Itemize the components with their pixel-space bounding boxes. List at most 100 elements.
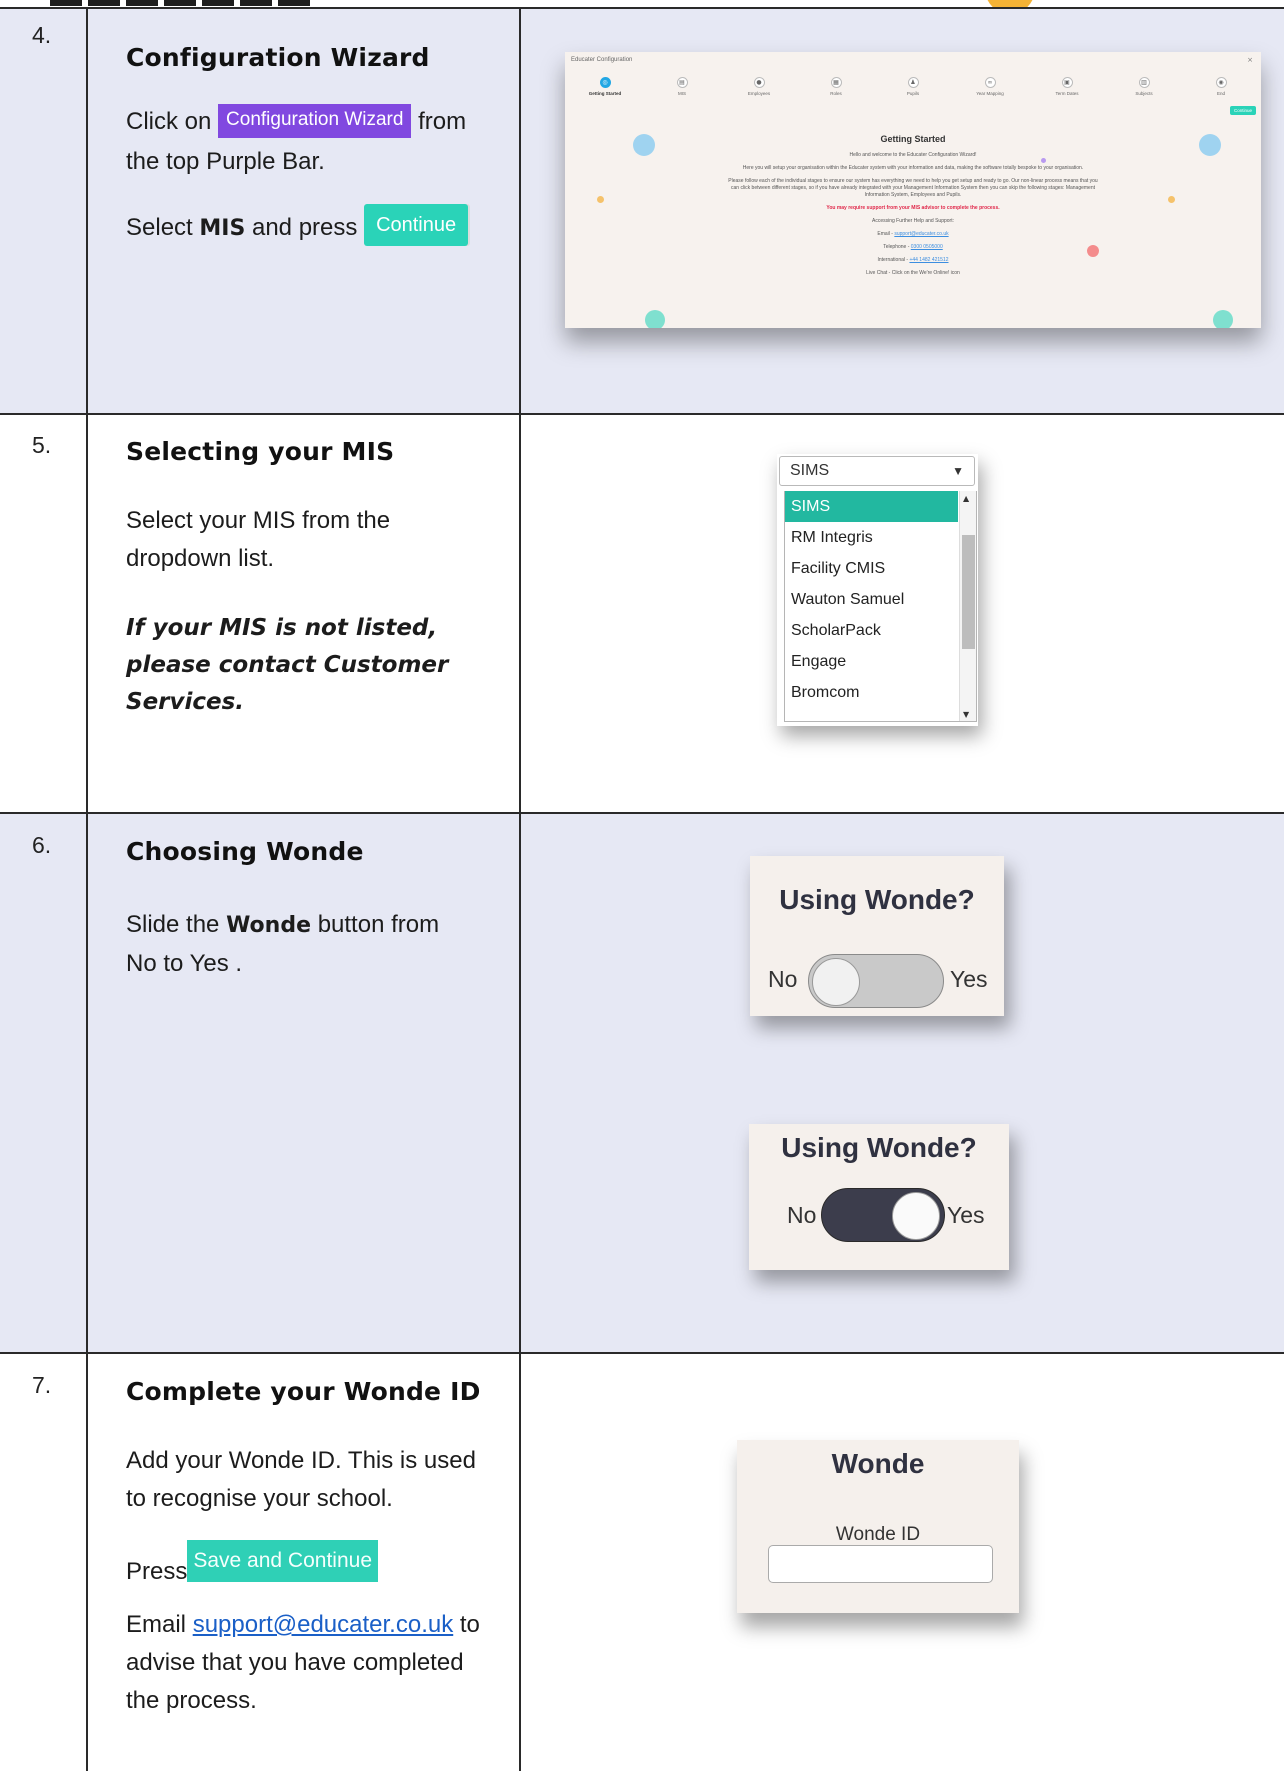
wizard-text: Accessing Further Help and Support: [872, 218, 954, 224]
wizard-step-year-mapping[interactable]: ∞ Year Mapping [960, 77, 1020, 99]
caret-down-icon: ▼ [952, 464, 964, 478]
scroll-up-icon[interactable]: ▲ [963, 494, 969, 503]
step-heading: Selecting your MIS [126, 437, 395, 466]
step-number: 4. [32, 22, 52, 48]
toggle-yes-label: Yes [950, 966, 988, 992]
mis-select-value: SIMS [790, 462, 830, 479]
wizard-continue-button[interactable]: Continue [1229, 106, 1256, 115]
wonde-toggle-title: Using Wonde? [781, 1132, 977, 1163]
scroll-down-icon[interactable]: ▼ [963, 710, 969, 719]
wizard-email-link[interactable]: support@educater.co.uk [894, 231, 948, 237]
decorative-circle [645, 310, 665, 328]
step-number: 7. [32, 1372, 52, 1398]
wizard-text: Live Chat - Click on the We're Online! i… [866, 270, 960, 276]
mis-select[interactable]: SIMS ▼ [779, 456, 975, 486]
wonde-toggle-title: Using Wonde? [779, 884, 975, 915]
step-text: Complete your Wonde ID Add your Wonde ID… [126, 1372, 506, 1720]
decorative-circle [1168, 196, 1175, 203]
close-icon[interactable]: × [1247, 56, 1253, 64]
decorative-circle [1213, 310, 1233, 328]
instruction-text: and press [251, 214, 358, 241]
mis-option[interactable]: Wauton Samuel [785, 584, 958, 615]
instruction-text: Email [126, 1611, 187, 1638]
scrollbar-thumb[interactable] [962, 535, 975, 649]
wonde-toggle-on-screenshot: Using Wonde? No Yes [749, 1124, 1009, 1270]
wizard-steps: ◎ Getting Started ▤ MIS ● Employees ▦ Roles … [575, 77, 1251, 99]
mis-option[interactable]: Facility CMIS [785, 553, 958, 584]
wizard-step-getting-started[interactable]: ◎ Getting Started [575, 77, 635, 99]
step-text: Configuration Wizard Click on Configurat… [126, 38, 506, 249]
toggle-knob[interactable] [812, 958, 860, 1006]
wonde-id-screenshot: Wonde Wonde ID [737, 1440, 1019, 1613]
step-instruction: Slide the Wonde button from No to Yes . [126, 906, 466, 983]
mis-option[interactable]: ScholarPack [785, 615, 958, 646]
wizard-step-pupils[interactable]: ♟ Pupils [883, 77, 943, 99]
mis-option[interactable]: RM Integris [785, 522, 958, 553]
wizard-step-end[interactable]: ◉ End [1191, 77, 1251, 99]
instruction-bold: Wonde [226, 913, 312, 938]
mis-options-list: SIMS RM Integris Facility CMIS Wauton Sa… [784, 491, 977, 722]
toggle-no-label: No [768, 966, 798, 992]
configuration-wizard-screenshot: Educater Configuration × ◎ Getting Starte… [565, 52, 1261, 328]
wizard-step-employees[interactable]: ● Employees [729, 77, 789, 99]
continue-button[interactable]: Continue [364, 204, 469, 246]
configuration-wizard-button[interactable]: Configuration Wizard [218, 104, 412, 138]
step-text: Selecting your MIS Select your MIS from … [126, 432, 506, 721]
wonde-id-label: Wonde ID [835, 1524, 921, 1545]
wizard-step-term-dates[interactable]: ▣ Term Dates [1037, 77, 1097, 99]
instruction-text: Slide the [126, 911, 220, 938]
wonde-toggle-switch[interactable] [808, 954, 944, 1008]
wizard-step-mis[interactable]: ▤ MIS [652, 77, 712, 99]
support-email-link[interactable]: support@educater.co.uk [193, 1611, 454, 1638]
wizard-contact: Email - support@educater.co.uk [877, 231, 949, 237]
decorative-circle [597, 196, 604, 203]
instruction-text: from [418, 108, 467, 135]
toggle-yes-label: Yes [947, 1202, 985, 1228]
instruction-bold: MIS [199, 216, 246, 241]
wizard-intl-link[interactable]: +44 1482 421512 [909, 257, 948, 263]
wizard-contact: Telephone - 0300 0505000 [883, 244, 943, 250]
instruction-text: Click on [126, 108, 212, 135]
wizard-step-subjects[interactable]: ▥ Subjects [1114, 77, 1174, 99]
save-and-continue-button[interactable]: Save and Continue [187, 1540, 378, 1582]
step-instruction: Click on Configuration Wizard from [126, 102, 506, 142]
wizard-text: Hello and welcome to the Educater Config… [849, 152, 977, 158]
mis-option[interactable]: SIMS [785, 491, 958, 522]
instruction-text: Select your MIS from the dropdown list. [126, 507, 391, 572]
step-number: 6. [32, 832, 52, 858]
step-heading: Choosing Wonde [126, 837, 364, 866]
step-number: 5. [32, 432, 52, 458]
mis-option[interactable]: Bromcom [785, 677, 958, 708]
dropdown-scrollbar[interactable]: ▲ ▼ [959, 491, 976, 721]
mis-option[interactable]: Engage [785, 646, 958, 677]
toggle-no-label: No [787, 1202, 817, 1228]
wizard-window-title: Educater Configuration [571, 57, 633, 63]
wizard-warning: You may require support from your MIS ad… [826, 205, 1000, 211]
step-heading: Complete your Wonde ID [126, 1377, 481, 1406]
wizard-text: Here you will setup your organisation wi… [742, 165, 1084, 171]
wizard-body: Getting Started Hello and welcome to the… [725, 134, 1101, 283]
instruction-note: If your MIS is not listed, please contac… [126, 615, 449, 715]
wizard-text: Please follow each of the individual sta… [728, 178, 1098, 198]
toggle-knob[interactable] [892, 1192, 940, 1240]
instruction-text: Select [126, 214, 193, 241]
step-instruction: Email support@educater.co.uk to advise t… [126, 1606, 496, 1720]
decorative-circle [1199, 134, 1221, 156]
wonde-toggle-switch[interactable] [821, 1188, 945, 1242]
mis-dropdown-screenshot: SIMS ▼ SIMS RM Integris Facility CMIS Wa… [777, 454, 978, 726]
step-instruction: Press Save and Continue [126, 1540, 506, 1592]
decorative-circle [633, 134, 655, 156]
step-text: Choosing Wonde Slide the Wonde button fr… [126, 832, 506, 983]
wizard-contact: International - +44 1482 421512 [877, 257, 949, 263]
instruction-text: Press [126, 1558, 188, 1585]
wonde-toggle-off-screenshot: Using Wonde? No Yes [750, 856, 1004, 1016]
wonde-id-input[interactable] [768, 1545, 993, 1583]
wizard-phone-link[interactable]: 0300 0505000 [911, 244, 943, 250]
wonde-id-title: Wonde [831, 1448, 925, 1479]
wizard-heading: Getting Started [880, 134, 946, 144]
instructions-table: 4. Configuration Wizard Click on Configu… [0, 0, 1284, 1771]
step-heading: Configuration Wizard [126, 43, 430, 72]
instruction-text: Add your Wonde ID. This is used to recog… [126, 1447, 476, 1512]
step-instruction: Select MIS and press Continue [126, 204, 506, 249]
wizard-step-roles[interactable]: ▦ Roles [806, 77, 866, 99]
